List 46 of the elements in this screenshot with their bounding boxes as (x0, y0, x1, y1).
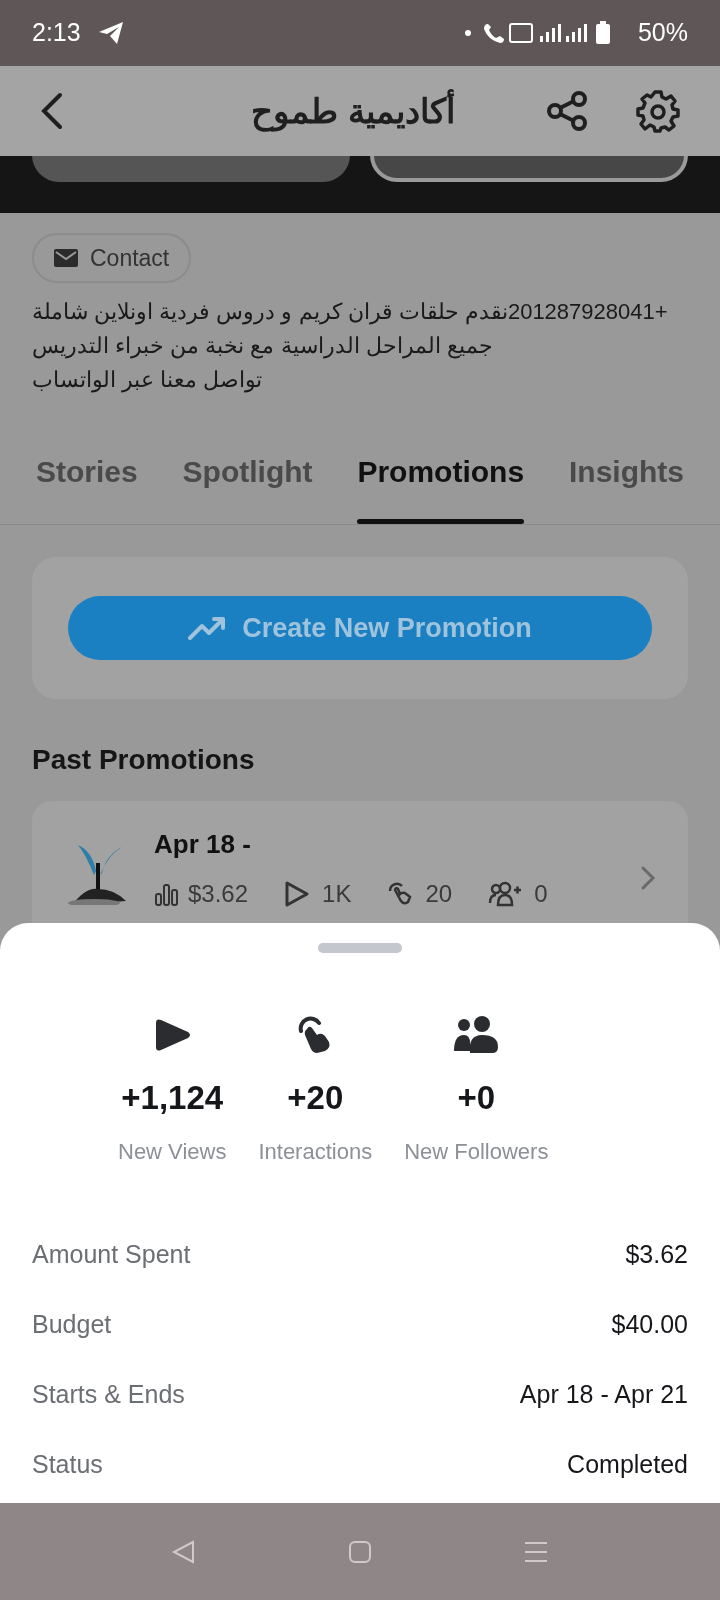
chevron-right-icon (640, 865, 656, 891)
stat-label: Interactions (258, 1137, 373, 1166)
detail-value: $3.62 (625, 1238, 688, 1270)
followers-count: 0 (534, 879, 548, 909)
settings-icon[interactable] (636, 89, 680, 133)
stat-value: +1,124 (121, 1078, 224, 1118)
tab[interactable]: Spotlight (182, 445, 313, 524)
status-time: 2:13 (32, 17, 81, 49)
battery-level: 50% (637, 17, 688, 49)
tap-icon (387, 881, 414, 907)
detail-value: $40.00 (611, 1308, 688, 1340)
stat-label: New Followers (404, 1137, 549, 1166)
mail-icon (54, 249, 78, 267)
interactions-count: 20 (425, 879, 453, 909)
detail-value: Apr 18 - Apr 21 (519, 1378, 688, 1410)
bio-line: +201287928041نقدم حلقات قران كريم و دروس فردية اونلاين شاملة (32, 298, 668, 327)
bio-line: جميع المراحل الدراسية مع نخبة من خبراء التدريس (32, 332, 493, 361)
back-nav-icon[interactable] (171, 1538, 197, 1565)
trend-up-icon (188, 616, 227, 640)
contact-button[interactable]: Contact (32, 233, 192, 283)
detail-label: Status (32, 1448, 103, 1480)
drag-handle[interactable] (318, 943, 402, 953)
detail-label: Starts & Ends (32, 1378, 185, 1410)
section-title: Past Promotions (32, 743, 256, 777)
detail-label: Budget (32, 1308, 112, 1340)
back-icon[interactable] (40, 92, 64, 130)
stat-label: New Views (118, 1137, 227, 1166)
bar-chart-icon (154, 882, 180, 906)
promotion-date: Apr 18 - (154, 828, 252, 861)
detail-value: Completed (567, 1448, 688, 1480)
people-icon (452, 1015, 501, 1055)
tab[interactable]: Insights (569, 445, 684, 524)
play-icon (284, 880, 311, 908)
views-count: 1K (322, 879, 352, 909)
tab[interactable]: Stories (36, 445, 138, 524)
spent-amount: $3.62 (188, 879, 249, 909)
share-icon[interactable] (546, 90, 588, 132)
create-promotion-button[interactable]: Create New Promotion (68, 596, 652, 660)
add-people-icon (488, 881, 523, 907)
bio-line: تواصل معنا عبر الواتساب (32, 366, 263, 395)
stat-value: +0 (457, 1078, 496, 1118)
home-nav-icon[interactable] (347, 1538, 373, 1565)
tab[interactable]: Promotions (357, 445, 525, 524)
stat-value: +20 (287, 1078, 344, 1118)
detail-label: Amount Spent (32, 1238, 191, 1270)
page-title: أكاديمية طموح (251, 88, 455, 134)
